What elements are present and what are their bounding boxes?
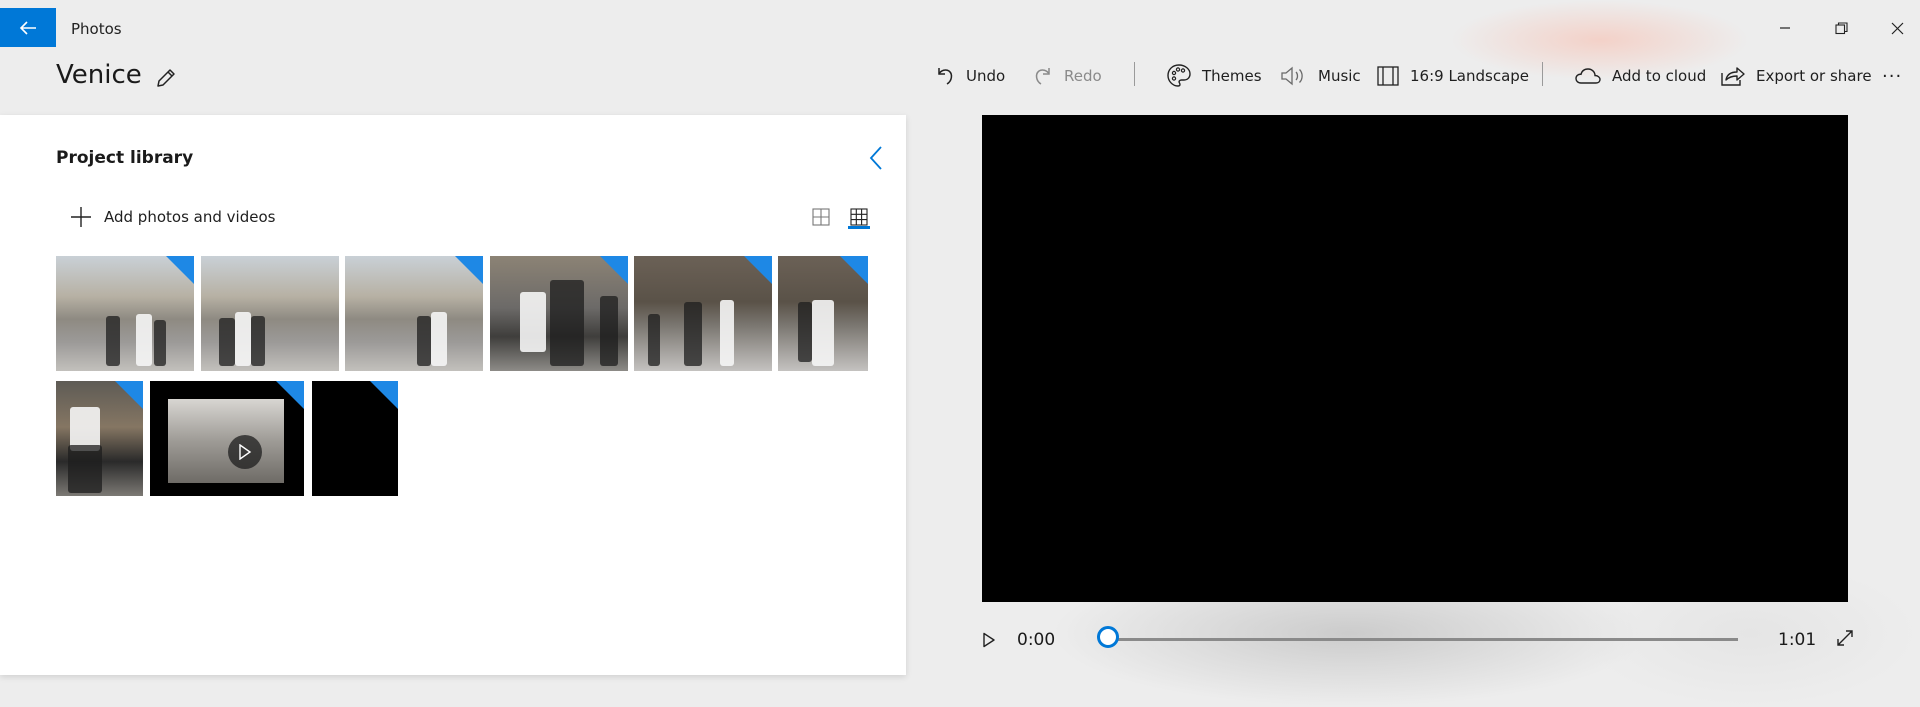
library-title: Project library — [56, 148, 194, 168]
aspect-ratio-icon — [1377, 66, 1399, 86]
arrow-left-icon — [19, 20, 36, 35]
aspect-ratio-label: 16:9 Landscape — [1410, 67, 1530, 85]
restore-icon — [1834, 21, 1848, 34]
media-thumbnail[interactable] — [345, 256, 483, 371]
back-button[interactable] — [0, 8, 56, 47]
cloud-icon — [1575, 68, 1601, 84]
unused-media-marker — [455, 256, 483, 284]
pencil-icon — [157, 69, 175, 87]
app-title: Photos — [71, 20, 122, 38]
seek-bar[interactable] — [1108, 638, 1738, 641]
redo-label: Redo — [1064, 67, 1102, 85]
rename-project-button[interactable] — [150, 62, 182, 94]
video-frame — [168, 399, 284, 483]
close-button[interactable] — [1874, 12, 1920, 44]
export-label: Export or share — [1756, 67, 1872, 85]
play-icon — [239, 444, 252, 460]
play-button[interactable] — [976, 627, 1002, 653]
palette-icon — [1167, 64, 1191, 87]
add-to-cloud-label: Add to cloud — [1612, 67, 1707, 85]
unused-media-marker — [166, 256, 194, 284]
video-preview[interactable] — [982, 115, 1848, 602]
media-thumbnail[interactable] — [312, 381, 398, 496]
add-photos-label: Add photos and videos — [104, 208, 276, 226]
minimize-button[interactable] — [1762, 12, 1808, 44]
chevron-left-icon — [869, 146, 882, 170]
video-thumbnail[interactable] — [150, 381, 304, 496]
project-library-panel: Project library Add photos and videos — [0, 115, 906, 675]
fullscreen-button[interactable] — [1832, 625, 1858, 651]
current-time: 0:00 — [1017, 630, 1056, 650]
undo-icon — [938, 68, 953, 85]
export-button[interactable]: Export or share — [1720, 60, 1872, 92]
collapse-library-button[interactable] — [864, 143, 888, 173]
grid-small-icon — [850, 208, 868, 226]
media-thumbnail[interactable] — [201, 256, 339, 371]
themes-label: Themes — [1202, 67, 1262, 85]
speaker-icon — [1281, 66, 1303, 86]
music-label: Music — [1318, 67, 1361, 85]
unused-media-marker — [370, 381, 398, 409]
redo-icon — [1035, 68, 1050, 85]
toolbar-divider — [1542, 62, 1543, 86]
media-thumbnail[interactable] — [56, 381, 143, 496]
large-grid-view-button[interactable] — [808, 203, 834, 231]
more-icon: ··· — [1882, 65, 1903, 87]
more-options-button[interactable]: ··· — [1882, 60, 1902, 92]
duration: 1:01 — [1778, 630, 1817, 650]
add-to-cloud-button[interactable]: Add to cloud — [1574, 60, 1706, 92]
media-thumbnail[interactable] — [778, 256, 868, 371]
unused-media-marker — [744, 256, 772, 284]
aspect-ratio-button[interactable]: 16:9 Landscape — [1376, 60, 1529, 92]
plus-icon — [71, 207, 91, 227]
undo-label: Undo — [966, 67, 1006, 85]
unused-media-marker — [840, 256, 868, 284]
active-view-indicator — [848, 226, 870, 229]
undo-button[interactable]: Undo — [934, 60, 1005, 92]
play-overlay — [228, 435, 262, 469]
grid-large-icon — [812, 208, 830, 226]
media-thumbnail[interactable] — [490, 256, 628, 371]
toolbar-divider — [1134, 62, 1135, 86]
unused-media-marker — [600, 256, 628, 284]
media-thumbnail[interactable] — [634, 256, 772, 371]
themes-button[interactable]: Themes — [1166, 60, 1262, 92]
share-icon — [1721, 67, 1745, 86]
redo-button[interactable]: Redo — [1032, 60, 1102, 92]
unused-media-marker — [276, 381, 304, 409]
add-photos-button[interactable]: Add photos and videos — [70, 203, 275, 231]
play-icon — [983, 632, 995, 648]
seek-handle[interactable] — [1097, 626, 1119, 648]
title-bar: Photos — [0, 0, 1920, 47]
unused-media-marker — [115, 381, 143, 409]
expand-icon — [1837, 630, 1853, 646]
project-title: Venice — [56, 60, 142, 90]
close-icon — [1891, 22, 1903, 34]
media-thumbnail[interactable] — [56, 256, 194, 371]
restore-button[interactable] — [1818, 12, 1864, 44]
music-button[interactable]: Music — [1280, 60, 1361, 92]
minimize-icon — [1780, 27, 1790, 29]
